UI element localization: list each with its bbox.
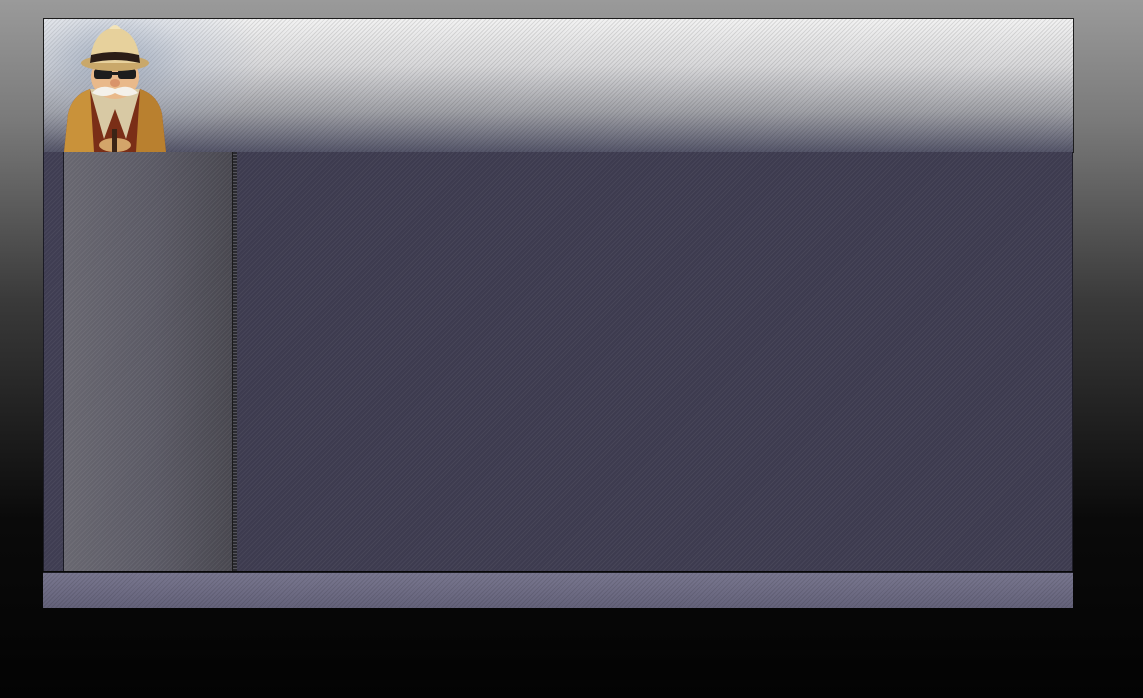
detective-mascot-icon	[64, 25, 166, 152]
main-content	[237, 152, 1073, 571]
site-footer	[43, 572, 1073, 608]
sidebar	[64, 152, 233, 571]
left-gutter	[43, 152, 64, 571]
body-area	[43, 152, 1074, 572]
site-header	[43, 18, 1074, 153]
page-frame	[43, 18, 1074, 608]
